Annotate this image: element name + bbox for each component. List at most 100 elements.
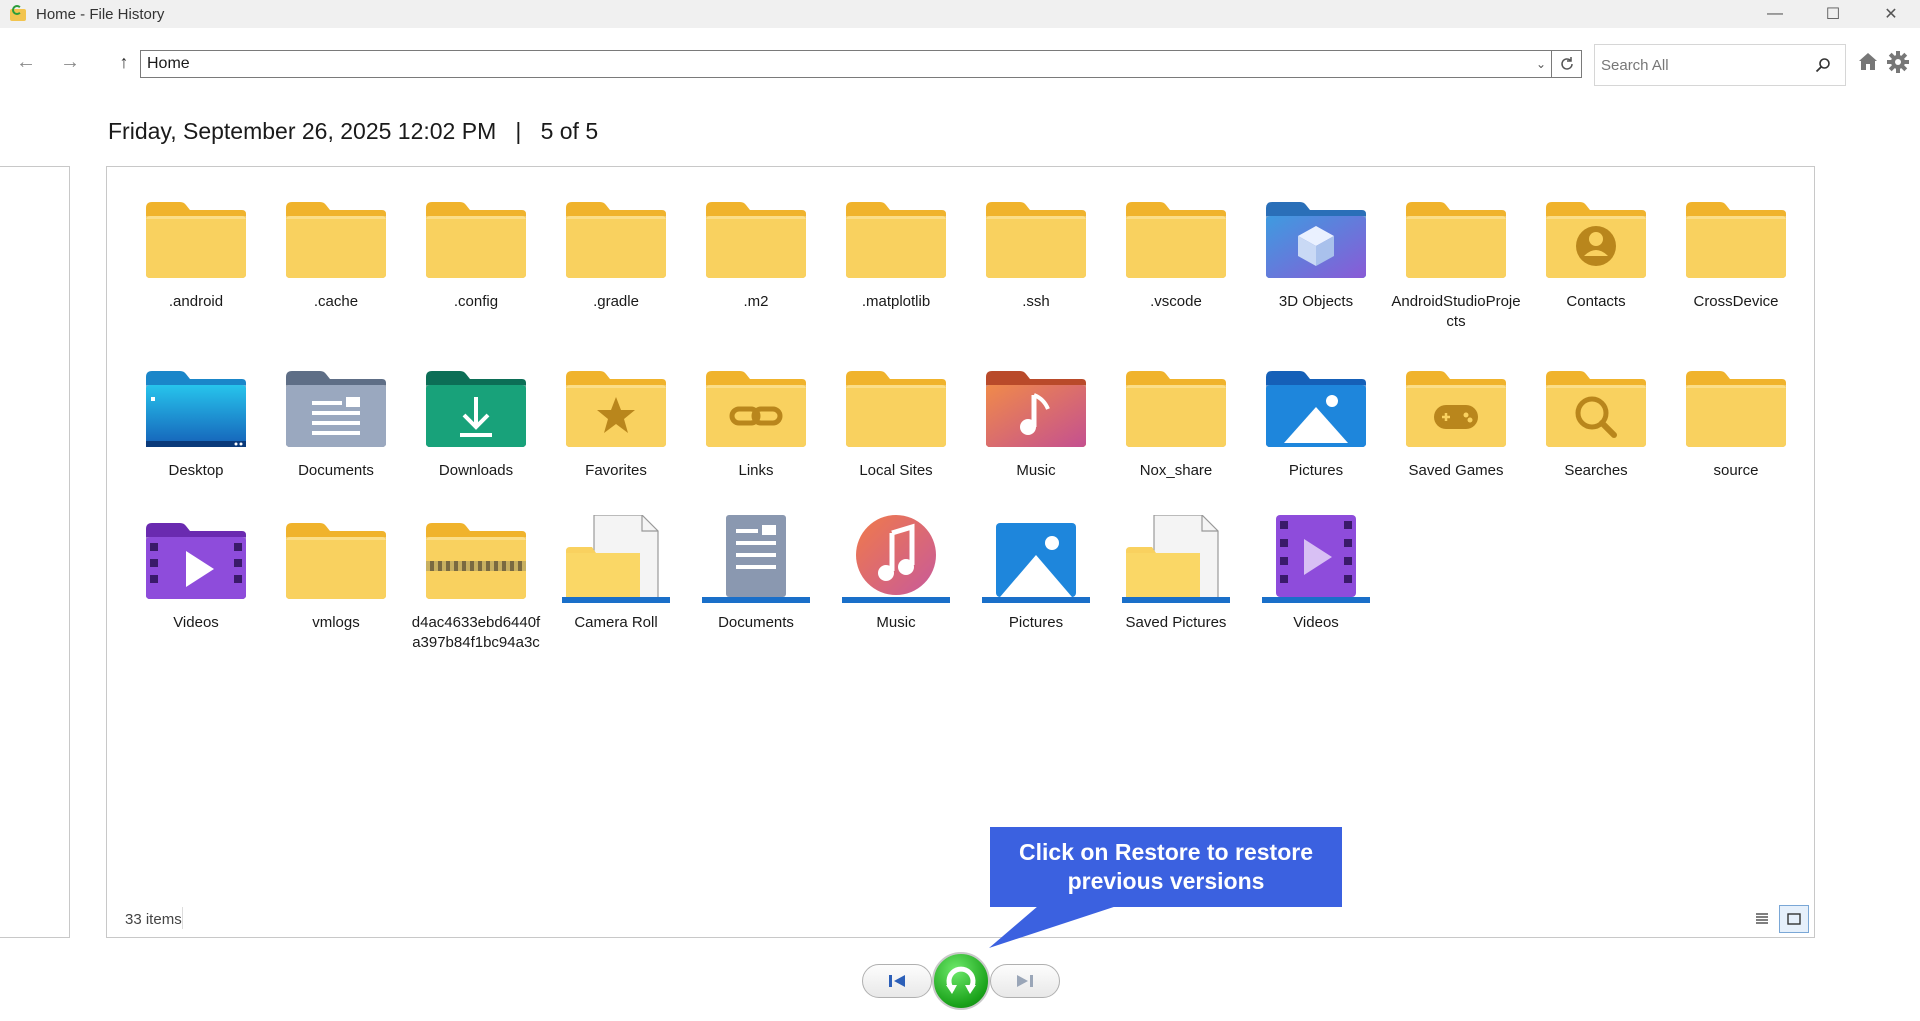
previous-version-panel[interactable]: [0, 166, 70, 938]
window-title: Home - File History: [36, 5, 165, 23]
file-item-label: d4ac4633ebd6440fa397b84f1bc94a3c: [411, 614, 541, 651]
file-item[interactable]: vmlogs: [266, 515, 406, 633]
file-item[interactable]: d4ac4633ebd6440fa397b84f1bc94a3c: [406, 515, 546, 653]
file-item-label: .cache: [313, 293, 359, 310]
version-position: 5 of 5: [540, 118, 599, 144]
file-item[interactable]: .m2: [686, 194, 826, 312]
file-item-label: Music: [1016, 462, 1056, 479]
maximize-button[interactable]: ☐: [1804, 0, 1862, 28]
documents-folder-icon: [282, 363, 390, 451]
file-item[interactable]: Documents: [266, 363, 406, 481]
file-item[interactable]: Music: [966, 363, 1106, 481]
file-item[interactable]: Local Sites: [826, 363, 966, 481]
search-icon[interactable]: [1815, 57, 1831, 73]
file-item-label: AndroidStudioProjects: [1391, 293, 1521, 330]
chevron-down-icon[interactable]: ⌄: [1531, 51, 1551, 77]
file-item[interactable]: .cache: [266, 194, 406, 312]
file-item-label: Documents: [298, 462, 374, 479]
folder-icon: [1682, 363, 1790, 451]
file-item[interactable]: Pictures: [1246, 363, 1386, 481]
gear-icon[interactable]: [1886, 50, 1910, 74]
file-item[interactable]: AndroidStudioProjects: [1386, 194, 1526, 332]
file-history-app-icon: [10, 5, 28, 23]
file-item[interactable]: CrossDevice: [1666, 194, 1806, 312]
previous-version-button[interactable]: [862, 964, 932, 998]
item-count: 33 items: [125, 911, 182, 928]
backup-date-heading: Friday, September 26, 2025 12:02 PM | 5 …: [108, 118, 598, 145]
file-item[interactable]: .vscode: [1106, 194, 1246, 312]
folder-icon: [982, 194, 1090, 282]
file-item[interactable]: Searches: [1526, 363, 1666, 481]
file-item[interactable]: source: [1666, 363, 1806, 481]
file-item-label: Videos: [1293, 614, 1339, 631]
file-item-label: .vscode: [1150, 293, 1202, 310]
heading-separator: |: [515, 118, 522, 144]
restore-tooltip: Click on Restore to restore previous ver…: [990, 827, 1342, 907]
minimize-button[interactable]: —: [1746, 0, 1804, 28]
file-item[interactable]: .android: [126, 194, 266, 312]
folder-icon: [422, 194, 530, 282]
file-item[interactable]: .ssh: [966, 194, 1106, 312]
refresh-button[interactable]: [1552, 50, 1582, 78]
address-bar[interactable]: Home ⌄: [140, 50, 1552, 78]
file-item-label: Desktop: [168, 462, 224, 479]
saved-games-folder-icon: [1402, 363, 1510, 451]
folder-icon: [1122, 194, 1230, 282]
file-item[interactable]: .config: [406, 194, 546, 312]
file-item-label: Music: [876, 614, 916, 631]
file-item[interactable]: Contacts: [1526, 194, 1666, 312]
folder-icon: [702, 194, 810, 282]
file-item-label: Pictures: [1008, 614, 1064, 631]
file-item-label: .m2: [743, 293, 769, 310]
forward-button[interactable]: →: [56, 50, 84, 74]
file-item[interactable]: .gradle: [546, 194, 686, 312]
window-controls: — ☐ ✕: [1746, 0, 1920, 28]
close-button[interactable]: ✕: [1862, 0, 1920, 28]
search-box[interactable]: [1594, 44, 1846, 86]
file-item-label: Contacts: [1566, 293, 1626, 310]
file-item[interactable]: Favorites: [546, 363, 686, 481]
file-item-label: .matplotlib: [861, 293, 931, 310]
videos-library-icon: [1262, 515, 1370, 603]
file-item[interactable]: Downloads: [406, 363, 546, 481]
file-item-label: Saved Pictures: [1125, 614, 1227, 631]
file-item-label: Favorites: [585, 462, 647, 479]
back-button[interactable]: ←: [12, 50, 40, 74]
folder-icon: [1682, 194, 1790, 282]
next-version-button[interactable]: [990, 964, 1060, 998]
downloads-folder-icon: [422, 363, 530, 451]
file-item[interactable]: Saved Games: [1386, 363, 1526, 481]
file-item[interactable]: .matplotlib: [826, 194, 966, 312]
videos-folder-icon: [142, 515, 250, 603]
file-item-label: vmlogs: [312, 614, 360, 631]
file-item-label: .ssh: [1022, 293, 1050, 310]
file-item[interactable]: Music: [826, 515, 966, 633]
file-item[interactable]: Pictures: [966, 515, 1106, 633]
file-item[interactable]: Camera Roll: [546, 514, 686, 633]
file-item-label: .gradle: [593, 293, 639, 310]
file-item[interactable]: Desktop: [126, 363, 266, 481]
folder-icon: [842, 363, 950, 451]
file-item[interactable]: Saved Pictures: [1106, 514, 1246, 633]
file-item[interactable]: 3D Objects: [1246, 194, 1386, 312]
status-divider: [182, 907, 183, 929]
file-item[interactable]: Documents: [686, 515, 826, 633]
folder-icon: [562, 194, 670, 282]
file-item-label: .config: [453, 293, 499, 310]
skip-next-icon: [1017, 975, 1033, 987]
file-item[interactable]: Nox_share: [1106, 363, 1246, 481]
file-item[interactable]: Videos: [1246, 515, 1386, 633]
details-view-button[interactable]: [1747, 905, 1777, 933]
restore-button[interactable]: [932, 952, 990, 1010]
up-button[interactable]: ↑: [110, 50, 138, 74]
home-icon[interactable]: [1856, 50, 1880, 74]
file-item[interactable]: Links: [686, 363, 826, 481]
playback-controls: [862, 950, 1062, 1010]
folder-icon: [282, 515, 390, 603]
file-item[interactable]: Videos: [126, 515, 266, 633]
file-item-label: Downloads: [438, 462, 514, 479]
search-input[interactable]: [1601, 56, 1801, 74]
contacts-folder-icon: [1542, 194, 1650, 282]
file-item-label: 3D Objects: [1278, 293, 1354, 310]
large-icons-view-button[interactable]: [1779, 905, 1809, 933]
